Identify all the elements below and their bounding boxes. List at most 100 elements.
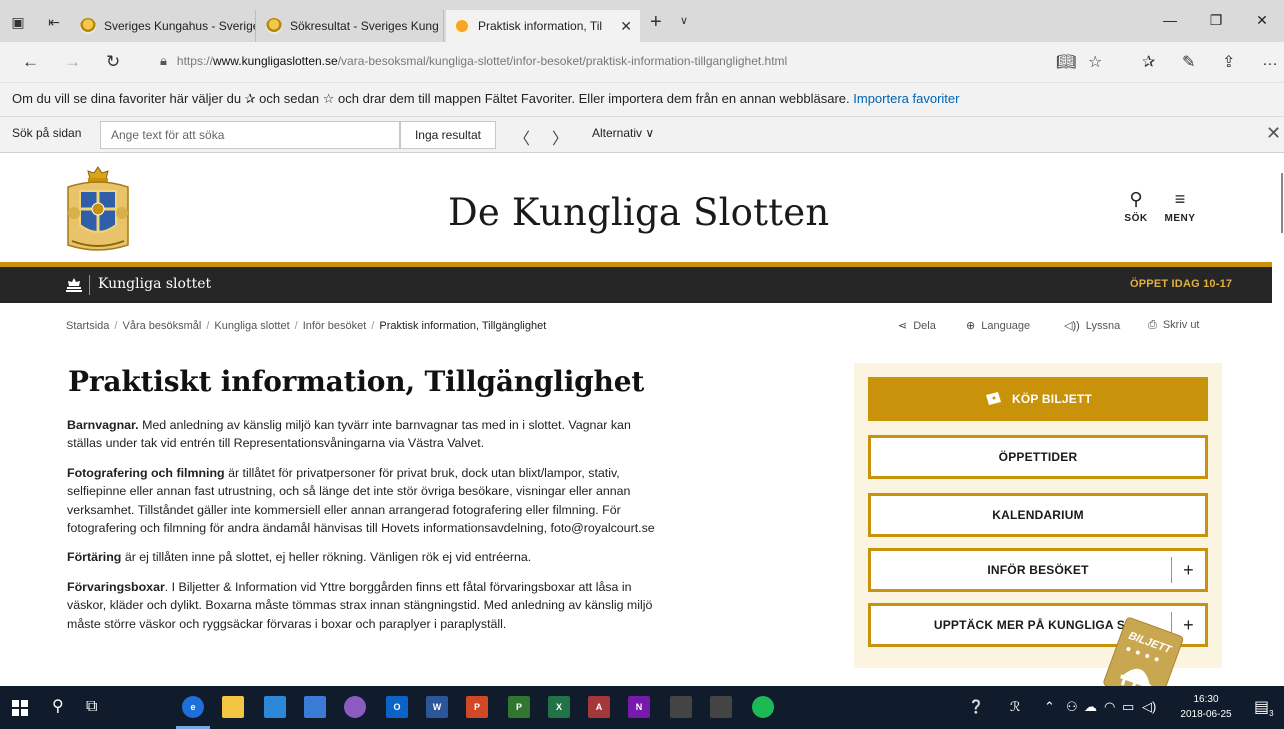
reading-view-icon[interactable]: 📖︎ (1056, 52, 1076, 72)
url-prefix: https:// (176, 54, 213, 68)
help-icon[interactable]: ❔ (968, 699, 984, 715)
task-view-icon[interactable]: ⧉ (86, 697, 97, 717)
tab-sveriges-kungahus[interactable]: Sveriges Kungahus - Sverige (72, 10, 256, 42)
new-tab-icon[interactable]: + (650, 12, 662, 32)
search-label: SÖK (1124, 213, 1148, 224)
find-label: Sök på sidan (12, 126, 82, 140)
page-scrollbar[interactable] (1272, 153, 1284, 686)
find-close-icon[interactable]: ✕ (1266, 123, 1281, 144)
find-bar: Sök på sidan Inga resultat 〈 〉 Alternati… (0, 116, 1284, 153)
lock-icon: 🔒︎ (160, 53, 167, 68)
globe-icon: ⊕ (966, 320, 976, 332)
menu-button[interactable]: ≡ MENY (1160, 189, 1200, 224)
spotify-icon[interactable] (752, 696, 774, 718)
print-tool[interactable]: ⎙ Skriv ut (1148, 319, 1200, 332)
article-paragraph: Barnvagnar. Med anledning av känslig mil… (67, 418, 631, 451)
ticket-icon (986, 392, 1001, 405)
article-paragraph: Fotografering och filmning är tillåtet f… (67, 465, 655, 536)
article-paragraph: Förvaringsboxar. I Biljetter & Informati… (67, 579, 653, 631)
store-icon[interactable] (264, 696, 286, 718)
site-title[interactable]: De Kungliga Slotten (448, 191, 829, 234)
purple-app-icon[interactable] (344, 696, 366, 718)
breadcrumb-link[interactable]: Våra besöksmål (122, 320, 201, 332)
scrollbar-thumb[interactable] (1281, 173, 1283, 233)
share-tool[interactable]: ⋖ Dela (898, 319, 936, 332)
tab-title: Sökresultat - Sveriges Kung (290, 19, 439, 33)
excel-icon[interactable]: X (548, 696, 570, 718)
palace-crown-icon (66, 278, 82, 292)
close-tab-icon[interactable]: ✕ (610, 18, 632, 35)
breadcrumb-link[interactable]: Inför besöket (303, 320, 367, 332)
forward-icon[interactable]: → (64, 52, 81, 72)
tab-sokresultat[interactable]: Sökresultat - Sveriges Kung (258, 10, 444, 42)
battery-icon[interactable]: ▭ (1122, 699, 1134, 715)
wifi-icon[interactable]: ◠ (1104, 699, 1115, 715)
crest-favicon-icon (80, 18, 96, 34)
opening-hours-button[interactable]: ÖPPETTIDER (868, 435, 1208, 479)
volume-icon[interactable]: ◁) (1142, 699, 1156, 715)
refresh-icon[interactable]: ↻ (106, 52, 120, 72)
calendar-button[interactable]: KALENDARIUM (868, 493, 1208, 537)
share-icon: ⋖ (898, 320, 908, 332)
find-options-dropdown[interactable]: Alternativ ∨ (592, 126, 654, 140)
find-input[interactable] (100, 121, 400, 149)
back-icon[interactable]: ← (22, 52, 39, 72)
project-icon[interactable]: P (508, 696, 530, 718)
system-clock[interactable]: 16:30 2018-06-25 (1180, 692, 1232, 722)
language-tool[interactable]: ⊕ Language (966, 319, 1030, 332)
windows-start-icon[interactable] (12, 700, 28, 716)
clock-date: 2018-06-25 (1180, 709, 1232, 720)
import-favorites-link[interactable]: Importera favoriter (853, 91, 959, 106)
web-note-icon[interactable]: ✎ (1182, 52, 1195, 72)
favorite-star-icon[interactable]: ☆ (1088, 52, 1102, 72)
expand-plus-icon[interactable]: + (1171, 557, 1205, 583)
crest-favicon-icon (266, 18, 282, 34)
find-previous-icon[interactable]: 〈 (514, 125, 530, 149)
action-center-icon[interactable]: ▤3 (1254, 697, 1274, 718)
share-icon[interactable]: ⇪ (1222, 52, 1235, 72)
buy-ticket-button[interactable]: KÖP BILJETT (868, 377, 1208, 421)
show-hidden-icons-icon[interactable]: ⌃ (1044, 699, 1055, 715)
set-tabs-aside-icon[interactable]: ⇤ (44, 12, 64, 32)
outlook-icon[interactable]: O (386, 696, 408, 718)
minimize-icon[interactable]: — (1150, 12, 1190, 28)
calendar-icon[interactable] (670, 696, 692, 718)
favbar-text: Om du vill se dina favoriter här väljer … (12, 91, 850, 106)
royal-coat-of-arms-logo[interactable] (62, 163, 134, 255)
restore-icon[interactable]: ❐ (1196, 12, 1236, 29)
word-icon[interactable]: W (426, 696, 448, 718)
breadcrumb-link[interactable]: Startsida (66, 320, 109, 332)
before-visit-button[interactable]: INFÖR BESÖKET + (868, 548, 1208, 592)
camera-icon[interactable] (710, 696, 732, 718)
breadcrumb-link[interactable]: Kungliga slottet (214, 320, 289, 332)
breadcrumb: Startsida / Våra besöksmål / Kungliga slotte… (66, 320, 547, 332)
opening-today-label[interactable]: ÖPPET IDAG 10-17 (1130, 278, 1232, 290)
tab-manager-icon[interactable]: ▣ (8, 12, 28, 32)
onedrive-icon[interactable]: ☁ (1084, 699, 1097, 715)
url-field[interactable]: 🔒︎ https://www.kungligaslotten.se/vara-b… (160, 53, 787, 69)
tab-list-chevron-icon[interactable]: ∨ (680, 14, 688, 27)
find-next-icon[interactable]: 〉 (552, 125, 568, 149)
search-icon: ⚲ (1129, 189, 1143, 209)
search-icon[interactable]: ⚲ (52, 697, 64, 717)
palace-name-link[interactable]: Kungliga slottet (98, 276, 211, 292)
search-button[interactable]: ⚲ SÖK (1116, 189, 1156, 224)
close-window-icon[interactable]: ✕ (1242, 12, 1282, 29)
tab-praktisk-information[interactable]: Praktisk information, Til ✕ (446, 10, 640, 42)
windows-taskbar: ⚲ ⧉ e O W P P X A N ❔ ℛ ⌃ ⚇ ☁ ◠ ▭ ◁) 16:… (0, 686, 1284, 729)
more-icon[interactable]: … (1262, 52, 1278, 70)
favorites-hub-icon[interactable]: ✰ (1142, 52, 1155, 72)
tab-title: Praktisk information, Til (478, 19, 603, 33)
edge-browser-icon[interactable]: e (182, 696, 204, 718)
network-icon[interactable]: ⚇ (1066, 699, 1078, 715)
onenote-icon[interactable]: N (628, 696, 650, 718)
listen-tool[interactable]: ◁)) Lyssna (1064, 319, 1120, 332)
photos-icon[interactable] (304, 696, 326, 718)
file-explorer-icon[interactable] (222, 696, 244, 718)
site-favicon-icon (454, 18, 470, 34)
access-icon[interactable]: A (588, 696, 610, 718)
hamburger-icon: ≡ (1174, 189, 1186, 209)
powerpoint-icon[interactable]: P (466, 696, 488, 718)
ticket-badge-icon[interactable]: BILJETT (1096, 611, 1192, 686)
people-icon[interactable]: ℛ (1010, 699, 1020, 715)
